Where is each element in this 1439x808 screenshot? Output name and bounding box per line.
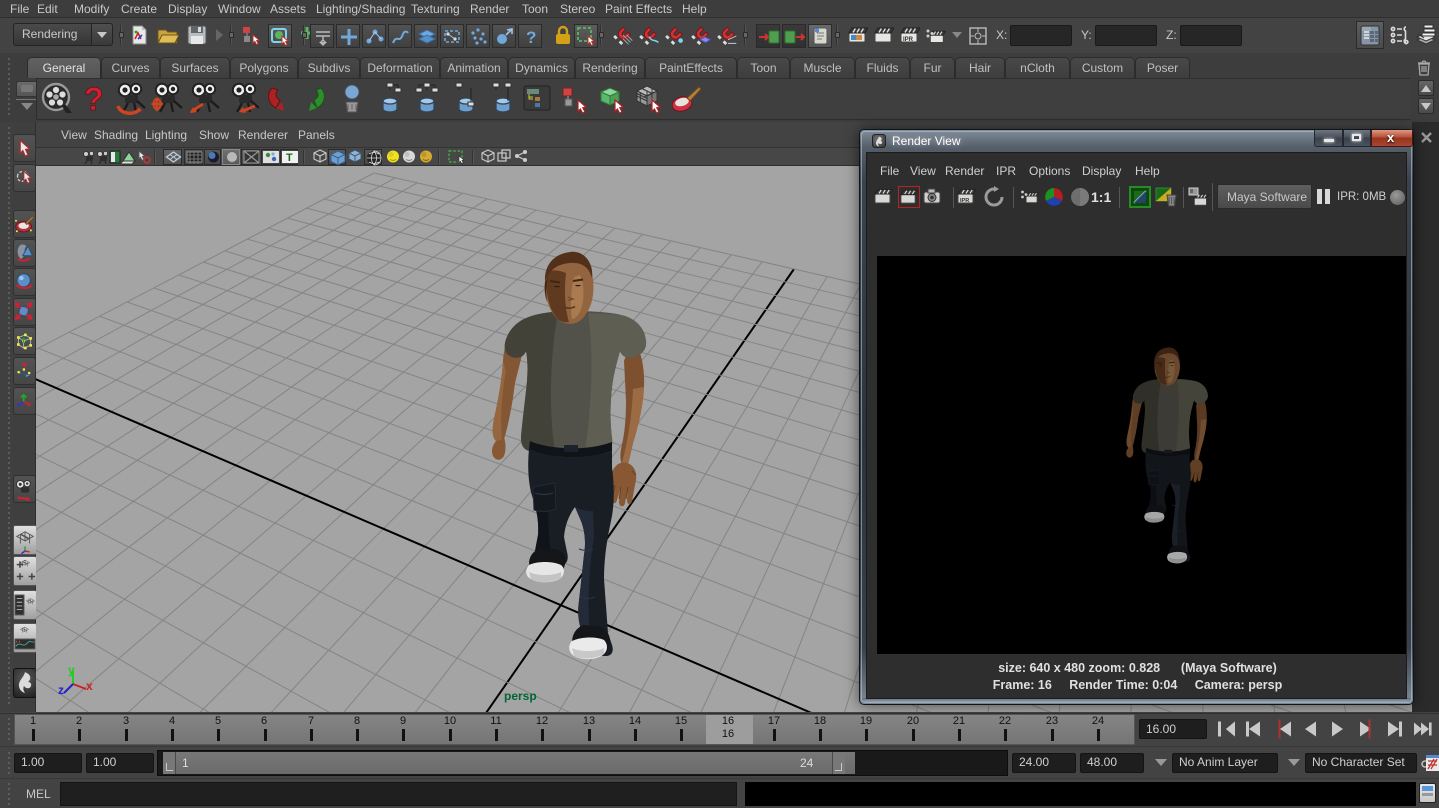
svg-text:IPR: IPR [903, 37, 914, 43]
svg-text:?: ? [84, 82, 104, 116]
svg-text:T: T [286, 152, 293, 164]
svg-text:persp: persp [504, 689, 537, 703]
svg-text:IPR: IPR [960, 198, 969, 204]
svg-text:y: y [68, 663, 75, 677]
svg-text:z: z [58, 683, 64, 697]
svg-text:x: x [86, 679, 93, 693]
svg-text:?: ? [526, 28, 536, 47]
